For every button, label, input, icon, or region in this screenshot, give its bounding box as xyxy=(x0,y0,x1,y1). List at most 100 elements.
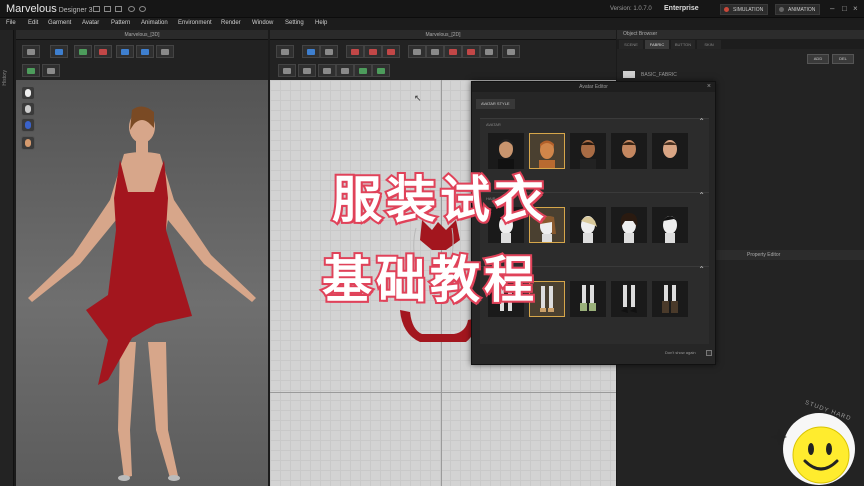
menu-setting[interactable]: Setting xyxy=(285,20,304,26)
window-2d-title: Marvelous_[2D] xyxy=(270,30,616,40)
avatar-thumb-5[interactable] xyxy=(652,133,688,169)
new-file-icon[interactable] xyxy=(93,6,100,12)
transform-pattern-icon[interactable] xyxy=(276,45,294,58)
title-bar: Marvelous Designer 3 Version: 1.0.7.0 En… xyxy=(0,0,864,18)
left-shoe xyxy=(118,475,130,481)
avatar-editor-title: Avatar Editor xyxy=(472,82,715,92)
menu-avatar[interactable]: Avatar xyxy=(82,20,99,26)
window-3d: Marvelous_[3D] xyxy=(16,30,268,486)
sewing-check-icon[interactable] xyxy=(336,64,354,77)
menu-bar: File Edit Garment Avatar Pattern Animati… xyxy=(0,18,864,30)
shoes-thumb-4[interactable] xyxy=(611,281,647,317)
redo-icon[interactable] xyxy=(139,6,146,12)
segment-sewing-icon[interactable] xyxy=(278,64,296,77)
delete-fabric-button[interactable]: DEL xyxy=(832,54,854,64)
menu-animation[interactable]: Animation xyxy=(141,20,168,26)
app-logo: Marvelous Designer 3 xyxy=(6,3,93,15)
arrange-icon[interactable] xyxy=(156,45,174,58)
mouse-cursor: ↖ xyxy=(414,93,422,103)
avatar-thumb-3[interactable] xyxy=(570,133,606,169)
pin-icon[interactable] xyxy=(116,45,134,58)
dont-show-again-label: Don't show again xyxy=(665,350,696,355)
tab-skin[interactable]: SKIN xyxy=(697,40,721,49)
texture-icon[interactable] xyxy=(42,64,60,77)
smiley-right-eye xyxy=(826,443,832,455)
history-strip[interactable]: History xyxy=(0,30,14,486)
sewing-edit-icon[interactable] xyxy=(318,64,336,77)
simulation-button[interactable]: SIMULATION xyxy=(720,4,769,15)
skirt-pattern xyxy=(400,310,478,342)
minimize-icon[interactable]: – xyxy=(830,5,838,13)
tab-avatar-style[interactable]: AVATAR STYLE xyxy=(476,99,515,109)
avatar-thumb-4[interactable] xyxy=(611,133,647,169)
save-file-icon[interactable] xyxy=(115,6,122,12)
object-browser-title: Object Browser xyxy=(617,30,864,39)
tab-fabric[interactable]: FABRIC xyxy=(645,40,669,49)
internal-rect-icon[interactable] xyxy=(426,45,444,58)
animation-icon xyxy=(779,7,784,12)
texture-edit-icon[interactable] xyxy=(372,64,390,77)
free-sewing-icon[interactable] xyxy=(298,64,316,77)
avatar-figure xyxy=(28,106,256,481)
fold-icon[interactable] xyxy=(94,45,112,58)
overlay-title-line1: 服装试衣 xyxy=(330,169,548,231)
simulation-icon xyxy=(724,7,729,12)
circle-icon[interactable] xyxy=(382,45,400,58)
toolbar-3d xyxy=(16,40,268,80)
fabric-swatch xyxy=(623,71,635,78)
menu-help[interactable]: Help xyxy=(315,20,327,26)
measure-icon[interactable] xyxy=(136,45,154,58)
polygon-icon[interactable] xyxy=(346,45,364,58)
avatar-point-icon[interactable] xyxy=(22,64,40,77)
tab-scene[interactable]: SCENE xyxy=(619,40,643,49)
window-3d-title: Marvelous_[3D] xyxy=(16,30,268,40)
seam-icon[interactable] xyxy=(462,45,480,58)
maximize-icon[interactable]: □ xyxy=(842,5,850,13)
hair-thumb-5[interactable] xyxy=(652,207,688,243)
smiley-face xyxy=(792,426,850,484)
tack-icon[interactable] xyxy=(74,45,92,58)
hair-thumb-3[interactable] xyxy=(570,207,606,243)
animation-button[interactable]: ANIMATION xyxy=(775,4,821,15)
hair-thumb-4[interactable] xyxy=(611,207,647,243)
collapse-avatar-icon[interactable]: ⌃ xyxy=(698,117,705,126)
viewport-3d[interactable] xyxy=(16,80,268,486)
edition-label: Enterprise xyxy=(664,5,699,12)
menu-window[interactable]: Window xyxy=(252,20,273,26)
collapse-shoes-icon[interactable]: ⌃ xyxy=(698,265,705,274)
close-icon[interactable]: × xyxy=(853,5,861,13)
shoes-thumb-5[interactable] xyxy=(652,281,688,317)
history-label: History xyxy=(2,70,8,86)
avatar-editor-close-icon[interactable]: × xyxy=(707,83,711,90)
menu-garment[interactable]: Garment xyxy=(48,20,71,26)
menu-edit[interactable]: Edit xyxy=(28,20,38,26)
grid-icon[interactable] xyxy=(480,45,498,58)
menu-file[interactable]: File xyxy=(6,20,16,26)
fold-arrange-icon[interactable] xyxy=(354,64,372,77)
avatar-section-label: AVATAR xyxy=(486,122,501,127)
select-mesh-icon[interactable] xyxy=(50,45,68,58)
add-fabric-button[interactable]: ADD xyxy=(807,54,829,64)
trace-icon[interactable] xyxy=(502,45,520,58)
menu-pattern[interactable]: Pattern xyxy=(111,20,130,26)
menu-environment[interactable]: Environment xyxy=(178,20,212,26)
menu-render[interactable]: Render xyxy=(221,20,241,26)
object-browser-tabs: SCENE FABRIC BUTTON SKIN xyxy=(617,39,864,49)
dont-show-again-checkbox[interactable] xyxy=(706,350,712,356)
internal-polygon-icon[interactable] xyxy=(408,45,426,58)
fabric-item-label[interactable]: BASIC_FABRIC xyxy=(641,72,677,78)
select-move-icon[interactable] xyxy=(22,45,40,58)
dart-icon[interactable] xyxy=(444,45,462,58)
red-dress xyxy=(86,160,192,385)
shoes-thumb-3[interactable] xyxy=(570,281,606,317)
edit-curve-icon[interactable] xyxy=(320,45,338,58)
collapse-hair-icon[interactable]: ⌃ xyxy=(698,191,705,200)
open-file-icon[interactable] xyxy=(104,6,111,12)
rectangle-icon[interactable] xyxy=(364,45,382,58)
overlay-title-line2: 基础教程 xyxy=(320,249,538,311)
undo-icon[interactable] xyxy=(128,6,135,12)
right-shoe xyxy=(168,475,180,481)
edit-pattern-icon[interactable] xyxy=(302,45,320,58)
smiley-left-eye xyxy=(808,443,814,455)
tab-button[interactable]: BUTTON xyxy=(671,40,695,49)
